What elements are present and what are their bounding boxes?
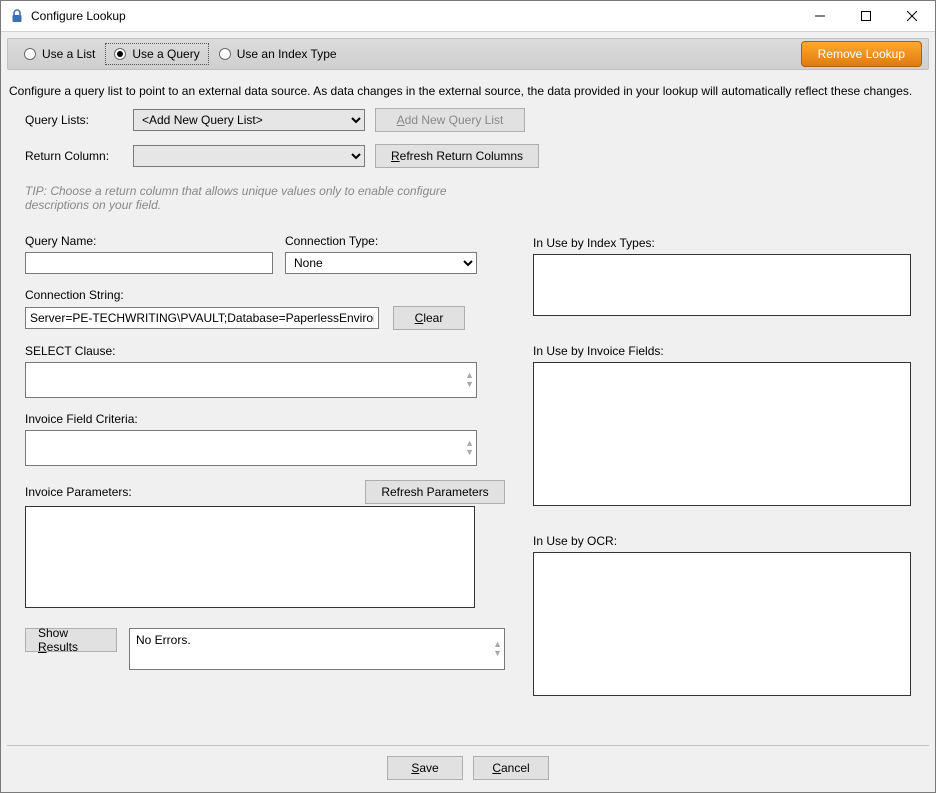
return-column-select[interactable]	[133, 145, 365, 167]
query-name-input[interactable]	[25, 252, 273, 274]
refresh-parameters-button[interactable]: Refresh Parameters	[365, 480, 505, 504]
add-query-list-label-rest: dd New Query List	[405, 113, 504, 127]
query-lists-select[interactable]: <Add New Query List>	[133, 109, 365, 131]
radio-use-query-label: Use a Query	[132, 47, 199, 61]
remove-lookup-button[interactable]: Remove Lookup	[801, 41, 922, 67]
radio-use-list[interactable]: Use a List	[16, 43, 103, 65]
window-title: Configure Lookup	[31, 9, 126, 23]
radio-use-index-label: Use an Index Type	[237, 47, 337, 61]
scroll-arrows-icon: ▲▼	[465, 371, 474, 389]
invoice-parameters-box[interactable]	[25, 506, 475, 608]
minimize-button[interactable]	[797, 1, 843, 31]
invoice-criteria-label: Invoice Field Criteria:	[25, 412, 505, 426]
remove-lookup-label: Remove Lookup	[818, 47, 905, 61]
results-status-text: No Errors.	[136, 633, 191, 647]
description-text: Configure a query list to point to an ex…	[9, 84, 927, 98]
refresh-return-columns-button[interactable]: Refresh Return Columns	[375, 144, 539, 168]
in-use-invoice-fields-box[interactable]	[533, 362, 911, 506]
radio-use-list-label: Use a List	[42, 47, 95, 61]
select-clause-input[interactable]: ▲▼	[25, 362, 477, 398]
in-use-index-types-label: In Use by Index Types:	[533, 236, 911, 250]
radio-use-query[interactable]: Use a Query	[105, 43, 208, 65]
scroll-arrows-icon: ▲▼	[465, 439, 474, 457]
in-use-index-types-box[interactable]	[533, 254, 911, 316]
in-use-invoice-fields-label: In Use by Invoice Fields:	[533, 344, 911, 358]
connection-type-label: Connection Type:	[285, 234, 477, 248]
cancel-button[interactable]: Cancel	[473, 756, 549, 780]
invoice-criteria-input[interactable]: ▲▼	[25, 430, 477, 466]
close-button[interactable]	[889, 1, 935, 31]
titlebar: Configure Lookup	[1, 1, 935, 32]
scroll-arrows-icon: ▲▼	[493, 640, 502, 658]
lock-icon	[9, 8, 25, 24]
results-status-box: No Errors. ▲▼	[129, 628, 505, 670]
query-lists-label: Query Lists:	[25, 113, 123, 127]
in-use-ocr-label: In Use by OCR:	[533, 534, 911, 548]
mode-ribbon: Use a List Use a Query Use an Index Type…	[7, 38, 929, 70]
maximize-button[interactable]	[843, 1, 889, 31]
show-results-button[interactable]: Show Results	[25, 628, 117, 652]
connection-type-select[interactable]: None	[285, 252, 477, 274]
return-column-label: Return Column:	[25, 149, 123, 163]
clear-connection-string-button[interactable]: Clear	[393, 306, 465, 330]
mode-radio-group: Use a List Use a Query Use an Index Type	[16, 43, 345, 65]
save-button[interactable]: Save	[387, 756, 463, 780]
connection-string-input[interactable]	[25, 307, 379, 329]
invoice-params-label: Invoice Parameters:	[25, 485, 132, 499]
in-use-ocr-box[interactable]	[533, 552, 911, 696]
select-clause-label: SELECT Clause:	[25, 344, 505, 358]
connection-string-label: Connection String:	[25, 288, 505, 302]
query-name-label: Query Name:	[25, 234, 273, 248]
window: Configure Lookup Use a List Use a Query	[0, 0, 936, 793]
add-query-list-button[interactable]: Add New Query List	[375, 108, 525, 132]
tip-text: TIP: Choose a return column that allows …	[25, 184, 505, 212]
radio-use-index[interactable]: Use an Index Type	[211, 43, 345, 65]
